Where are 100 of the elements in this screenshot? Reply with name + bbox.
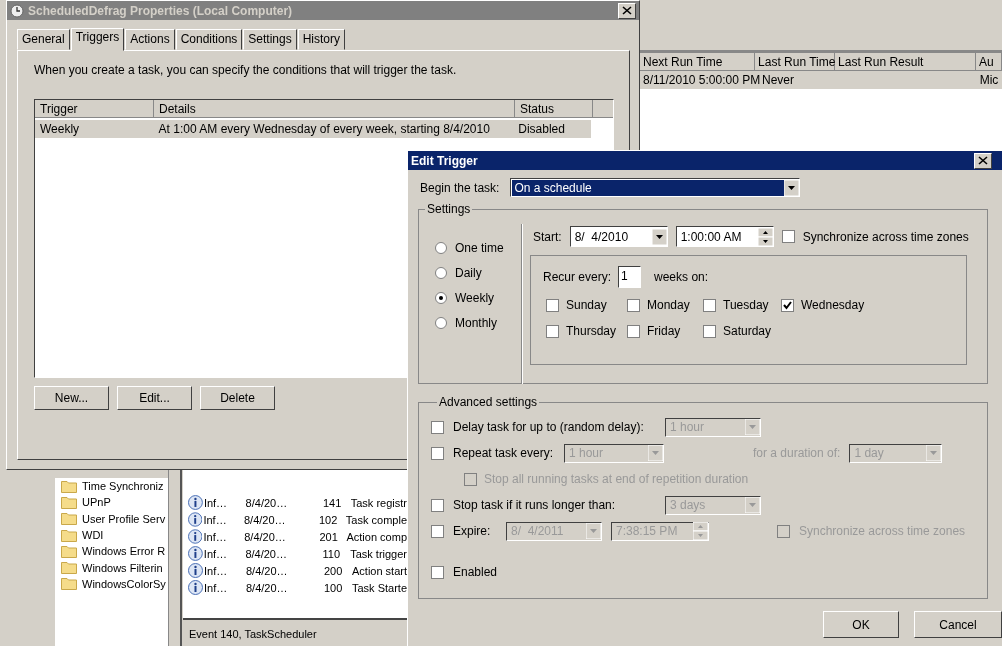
window-title: Edit Trigger — [411, 153, 479, 168]
group-label: Settings — [426, 202, 472, 216]
checkbox[interactable] — [703, 324, 716, 338]
tab[interactable]: Actions — [125, 29, 175, 50]
dropdown[interactable]: 8/ 4/2010 — [569, 226, 668, 247]
radio-button[interactable] — [435, 292, 447, 304]
group-label: Advanced settings — [438, 395, 539, 409]
radio-button[interactable] — [435, 267, 447, 279]
tab[interactable]: Triggers — [70, 28, 125, 51]
checkbox-label[interactable]: Sunday — [566, 298, 607, 312]
close-button[interactable] — [974, 152, 992, 169]
info-icon — [188, 529, 203, 544]
info-icon — [188, 563, 203, 578]
splitter[interactable] — [168, 470, 182, 646]
radio-button[interactable] — [435, 317, 447, 329]
folder-icon — [61, 561, 77, 575]
folder-icon — [61, 479, 77, 493]
checkbox-label[interactable]: Saturday — [723, 324, 772, 338]
dialog-button[interactable]: Delete — [200, 386, 275, 410]
tree-item[interactable]: Windows Filterin — [82, 561, 163, 574]
table-cell-text: 8/11/2010 5:00:00 PM — [642, 73, 759, 87]
tree-item[interactable]: WindowsColorSy — [82, 577, 166, 590]
field-label: weeks on: — [654, 270, 709, 284]
tree-item[interactable]: WDI — [82, 529, 104, 542]
dialog-button[interactable]: OK — [823, 611, 899, 638]
time-spinner[interactable]: 1:00:00 AM — [675, 226, 774, 247]
checkbox[interactable] — [627, 324, 640, 338]
tab[interactable]: Settings — [243, 29, 297, 50]
column-header[interactable]: Last Run Time — [755, 53, 836, 70]
checkbox-label[interactable]: Synchronize across time zones — [802, 229, 969, 244]
dialog-button[interactable]: Edit... — [117, 386, 192, 410]
spinner-arrows-icon[interactable] — [757, 227, 773, 246]
checkbox[interactable] — [627, 298, 640, 312]
checkbox[interactable] — [781, 230, 795, 243]
tab[interactable]: Conditions — [175, 29, 243, 50]
checkbox[interactable] — [546, 324, 559, 338]
radio-label[interactable]: Daily — [455, 266, 482, 280]
table-cell-text: Inf… — [203, 547, 229, 560]
tree-item[interactable]: Windows Error R — [82, 545, 166, 558]
column-header[interactable]: Au — [975, 53, 1002, 70]
table-cell-text: Weekly — [39, 122, 81, 136]
field-label: for a duration of: — [753, 446, 841, 460]
table-cell-text: 100 — [324, 581, 344, 594]
folder-icon — [61, 512, 77, 526]
checkbox-label[interactable]: Thursday — [566, 324, 617, 338]
radio-label[interactable]: Monthly — [455, 316, 498, 330]
window-title: ScheduledDefrag Properties (Local Computer) — [28, 3, 294, 18]
trigger-row[interactable]: Weekly At 1:00 AM every Wednesday of every week, starting 8/4/2010 Disabled — [35, 120, 591, 138]
info-icon — [188, 512, 203, 527]
checkbox[interactable] — [781, 298, 794, 312]
table-cell-text: 200 — [324, 564, 344, 577]
folder-icon — [61, 495, 77, 509]
column-header[interactable]: Status — [515, 100, 593, 117]
radio-label[interactable]: Weekly — [455, 291, 495, 305]
caret-icon[interactable] — [651, 228, 667, 245]
begin-dropdown[interactable]: On a schedule — [510, 178, 801, 197]
table-cell-text: Disabled — [517, 122, 566, 136]
table-cell-text: Inf… — [204, 564, 229, 577]
checkbox-label[interactable]: Monday — [647, 298, 690, 312]
dialog-button[interactable]: New... — [34, 386, 109, 410]
caret-icon[interactable] — [784, 179, 800, 196]
radio-label[interactable]: One time — [455, 241, 504, 255]
tree-item[interactable]: User Profile Serv — [82, 512, 166, 525]
checkbox-label[interactable]: Tuesday — [723, 298, 769, 312]
clock-icon — [10, 3, 24, 18]
table-cell: Action start — [352, 564, 407, 577]
checkbox-label[interactable]: Enabled — [453, 565, 498, 579]
column-header[interactable]: Details — [154, 100, 515, 117]
checkbox[interactable] — [431, 565, 444, 579]
table-cell: Task registr — [350, 496, 407, 509]
radio-button[interactable] — [435, 242, 447, 254]
info-icon — [188, 495, 203, 510]
table-cell-text: Inf… — [203, 530, 228, 543]
dialog-button[interactable]: Cancel — [914, 611, 1002, 638]
table-cell-text: 141 — [322, 496, 343, 509]
column-header[interactable]: Trigger — [35, 100, 154, 117]
column-header[interactable]: Last Run Result — [835, 53, 976, 70]
tab[interactable]: General — [17, 29, 70, 50]
checkbox-label[interactable]: Wednesday — [801, 298, 865, 312]
task-row[interactable]: 8/11/2010 5:00:00 PM Never Mic — [640, 71, 1002, 89]
input-field[interactable]: 1 — [618, 266, 642, 288]
table-cell-text: 201 — [319, 530, 339, 543]
table-cell: Task Starte — [352, 581, 407, 594]
table-cell-text: 110 — [322, 547, 342, 560]
field-label: Recur every: — [543, 270, 612, 284]
folder-icon — [61, 544, 77, 558]
table-cell-text: 8/4/20… — [246, 564, 289, 577]
tree-item[interactable]: Time Synchroniz — [82, 480, 164, 493]
tree-item[interactable]: UPnP — [82, 496, 111, 509]
checkbox[interactable] — [703, 298, 716, 312]
checkbox[interactable] — [546, 298, 559, 312]
field-label: Start: — [533, 229, 562, 244]
table-cell-text: Inf… — [204, 581, 229, 594]
table-cell-text: 8/4/20… — [246, 581, 289, 594]
table-cell-text: At 1:00 AM every Wednesday of every week, starting 8/4/2010 — [157, 122, 491, 136]
table-cell: Task trigger — [350, 547, 407, 560]
tab[interactable]: History — [297, 29, 346, 50]
info-icon — [188, 580, 203, 595]
checkbox-label[interactable]: Friday — [647, 324, 681, 338]
close-icon[interactable] — [978, 156, 988, 165]
